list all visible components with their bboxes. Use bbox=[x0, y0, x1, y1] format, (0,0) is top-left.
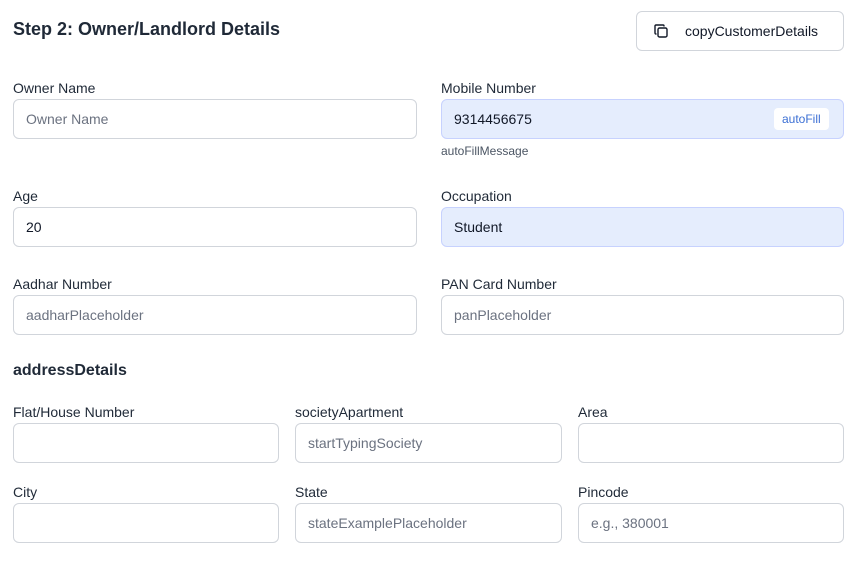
city-label: City bbox=[13, 484, 38, 500]
copy-customer-details-button[interactable]: copyCustomerDetails bbox=[636, 11, 844, 51]
occupation-label: Occupation bbox=[441, 188, 512, 204]
age-input[interactable] bbox=[13, 207, 417, 247]
page-title: Step 2: Owner/Landlord Details bbox=[13, 19, 281, 39]
flat-house-number-input[interactable] bbox=[13, 423, 279, 463]
society-apartment-input[interactable] bbox=[295, 423, 562, 463]
area-label: Area bbox=[578, 404, 608, 420]
pan-card-number-input[interactable] bbox=[441, 295, 844, 335]
flat-house-number-label: Flat/House Number bbox=[13, 404, 135, 420]
aadhar-number-input[interactable] bbox=[13, 295, 417, 335]
mobile-number-label: Mobile Number bbox=[441, 80, 536, 96]
pincode-input[interactable] bbox=[578, 503, 844, 543]
owner-details-form: Step 2: Owner/Landlord Details copyCusto… bbox=[0, 0, 861, 563]
state-input[interactable] bbox=[295, 503, 562, 543]
pan-card-number-label: PAN Card Number bbox=[441, 276, 557, 292]
pincode-label: Pincode bbox=[578, 484, 629, 500]
state-label: State bbox=[295, 484, 328, 500]
society-apartment-label: societyApartment bbox=[295, 404, 404, 420]
area-input[interactable] bbox=[578, 423, 844, 463]
autofill-badge: autoFill bbox=[774, 108, 829, 130]
occupation-input[interactable] bbox=[441, 207, 844, 247]
aadhar-number-label: Aadhar Number bbox=[13, 276, 112, 292]
copy-icon bbox=[653, 23, 669, 39]
city-input[interactable] bbox=[13, 503, 279, 543]
owner-name-input[interactable] bbox=[13, 99, 417, 139]
autofill-message: autoFillMessage bbox=[441, 144, 529, 158]
copy-button-label: copyCustomerDetails bbox=[685, 23, 819, 39]
age-label: Age bbox=[13, 188, 38, 204]
address-details-heading: addressDetails bbox=[13, 362, 127, 379]
owner-name-label: Owner Name bbox=[13, 80, 96, 96]
